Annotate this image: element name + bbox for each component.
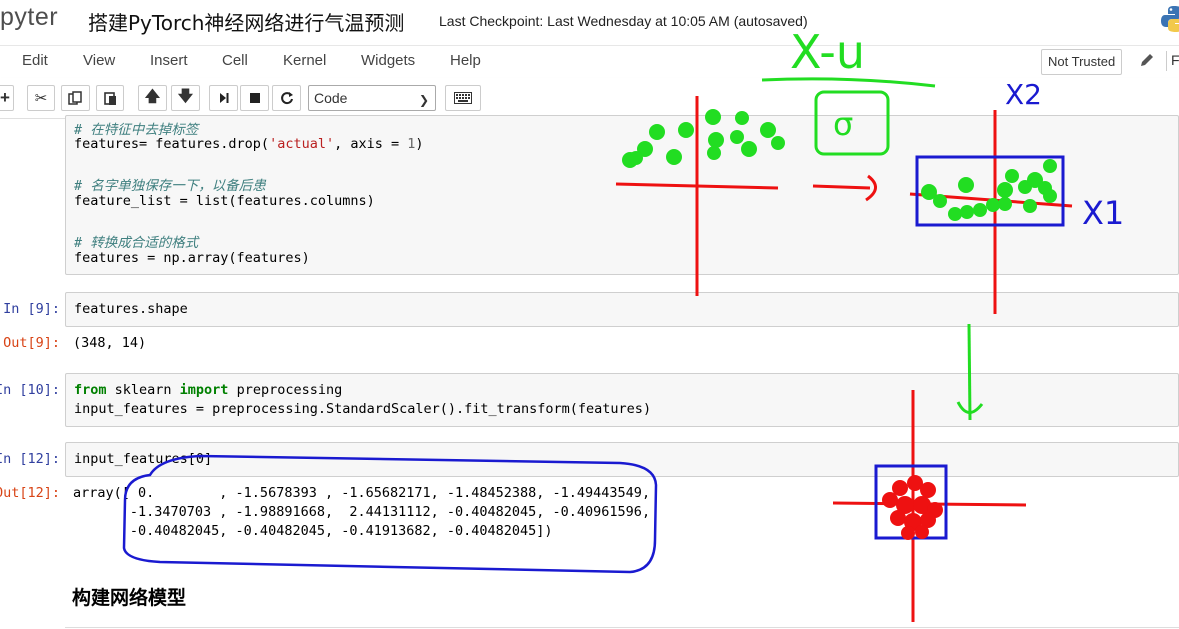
notebook-area: # 在特征中去掉标签 features= features.drop('actu… — [0, 115, 1179, 629]
plus-icon: + — [0, 88, 10, 107]
python-logo-icon — [1161, 6, 1179, 32]
copy-button[interactable] — [61, 85, 90, 111]
cut-button[interactable]: ✂ — [27, 85, 55, 111]
copy-icon — [68, 90, 82, 105]
keyboard-icon — [454, 92, 472, 104]
menubar-separator — [1166, 51, 1167, 71]
paste-icon — [103, 91, 116, 105]
kernel-indicator-partial: F — [1171, 52, 1179, 68]
code-cell-input[interactable]: from sklearn import preprocessing input_… — [65, 373, 1179, 427]
stop-icon — [249, 93, 260, 103]
cell-output-line: -0.40482045, -0.40482045, -0.41913682, -… — [73, 523, 553, 539]
menu-edit[interactable]: Edit — [22, 52, 48, 69]
code-text: ) — [415, 136, 424, 152]
jupyter-logo[interactable]: pyter — [0, 3, 58, 32]
cell-type-value: Code — [314, 90, 348, 106]
code-keyword: from — [74, 382, 107, 398]
run-button[interactable] — [209, 85, 238, 111]
code-comment: # 转换成合适的格式 — [74, 235, 199, 251]
menu-view[interactable]: View — [83, 52, 115, 69]
arrow-down-icon: 🡇 — [177, 87, 194, 105]
code-cell-input[interactable]: features.shape — [65, 292, 1179, 327]
code-text: features = np.array(features) — [74, 250, 310, 266]
menu-cell[interactable]: Cell — [222, 52, 248, 69]
checkpoint-status: Last Checkpoint: Last Wednesday at 10:05… — [439, 13, 808, 29]
move-up-button[interactable]: 🡅 — [138, 85, 167, 111]
code-text: input_features[0] — [74, 451, 213, 467]
restart-button[interactable] — [272, 85, 301, 111]
code-text: input_features = preprocessing.StandardS… — [74, 401, 652, 417]
move-down-button[interactable]: 🡇 — [171, 85, 200, 111]
step-forward-icon — [219, 93, 228, 103]
code-cell-input[interactable]: input_features[0] — [65, 442, 1179, 477]
cell-divider — [65, 627, 1179, 628]
interrupt-button[interactable] — [240, 85, 269, 111]
not-trusted-button[interactable]: Not Trusted — [1041, 49, 1123, 75]
code-text: sklearn — [106, 382, 180, 398]
insert-cell-below-button[interactable]: + — [0, 85, 14, 111]
cell-output: (348, 14) — [73, 335, 147, 351]
code-text: features.shape — [74, 301, 188, 317]
menu-insert[interactable]: Insert — [150, 52, 188, 69]
markdown-heading: 构建网络模型 — [72, 587, 187, 609]
edit-pencil-icon[interactable] — [1138, 51, 1156, 69]
cell-type-select[interactable]: Code ❯ — [308, 85, 436, 111]
cell-output-line: -1.3470703 , -1.98891668, 2.44131112, -0… — [73, 504, 651, 520]
toolbar: + ✂ 🡅 🡇 Code ❯ — [0, 78, 1179, 119]
input-prompt: In [10]: — [0, 382, 60, 398]
menu-kernel[interactable]: Kernel — [283, 52, 326, 69]
code-text: feature_list = list(features.columns) — [74, 193, 375, 209]
output-prompt: Out[9]: — [3, 335, 60, 351]
notebook-title[interactable]: 搭建PyTorch神经网络进行气温预测 — [88, 7, 404, 36]
menu-widgets[interactable]: Widgets — [361, 52, 415, 69]
code-text: , axis = — [334, 136, 408, 152]
output-prompt: Out[12]: — [0, 485, 60, 501]
code-keyword: import — [179, 382, 229, 398]
scissors-icon: ✂ — [34, 90, 48, 107]
input-prompt: In [12]: — [0, 451, 60, 467]
code-comment: # 名字单独保存一下，以备后患 — [74, 178, 266, 194]
code-cell-input[interactable]: # 在特征中去掉标签 features= features.drop('actu… — [65, 115, 1179, 275]
command-palette-button[interactable] — [445, 85, 481, 111]
code-text: features= features.drop( — [74, 136, 270, 152]
cell-output-line: array([ 0. , -1.5678393 , -1.65682171, -… — [73, 485, 651, 501]
paste-button[interactable] — [96, 85, 124, 111]
notebook-header: pyter 搭建PyTorch神经网络进行气温预测 Last Checkpoin… — [0, 0, 1179, 44]
code-string: 'actual' — [269, 136, 335, 152]
code-text: preprocessing — [228, 382, 343, 398]
restart-icon — [280, 92, 293, 105]
menubar: Edit View Insert Cell Kernel Widgets Hel… — [0, 45, 1179, 78]
arrow-up-icon: 🡅 — [144, 87, 161, 105]
menu-help[interactable]: Help — [450, 52, 481, 69]
input-prompt: In [9]: — [3, 301, 60, 317]
chevron-down-icon: ❯ — [418, 93, 429, 107]
